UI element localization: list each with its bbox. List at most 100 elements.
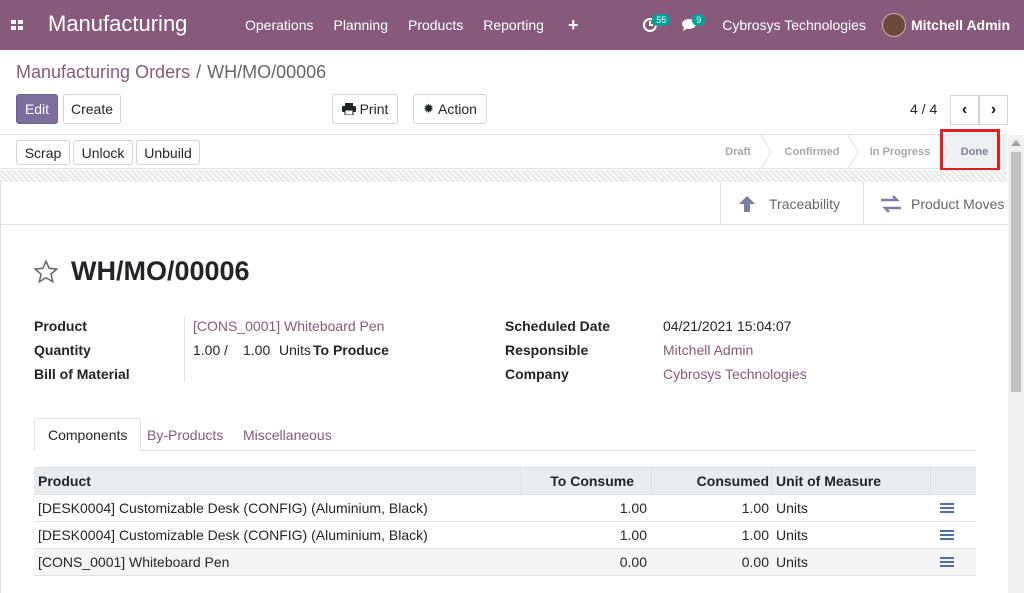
activity-button[interactable]: 55	[630, 0, 671, 50]
product-label: Product	[34, 318, 87, 334]
pager-next-button[interactable]: ›	[979, 95, 1008, 125]
create-button[interactable]: Create	[63, 94, 121, 124]
tab-miscellaneous[interactable]: Miscellaneous	[230, 418, 345, 451]
quantity-uom: Units	[279, 342, 311, 358]
systray: 55 9 Cybrosys Technologies Mitchell Admi…	[630, 0, 1024, 50]
detailed-operations-icon[interactable]	[940, 530, 954, 541]
header-product[interactable]: Product	[38, 468, 91, 494]
cell-product: [DESK0004] Customizable Desk (CONFIG) (A…	[38, 500, 428, 516]
unlock-button[interactable]: Unlock	[73, 140, 133, 165]
cell-consumed: 0.00	[741, 554, 769, 570]
company-label: Company	[505, 366, 569, 382]
table-header: Product To Consume Consumed Unit of Meas…	[34, 467, 976, 495]
table-row[interactable]: [CONS_0001] Whiteboard Pen 0.00 0.00 Uni…	[34, 549, 976, 576]
quantity-total: 1.00	[243, 342, 271, 358]
stage-confirmed[interactable]: Confirmed	[771, 135, 853, 169]
star-icon[interactable]	[33, 258, 59, 285]
cell-to-consume: 1.00	[619, 527, 647, 543]
components-table: Product To Consume Consumed Unit of Meas…	[34, 467, 976, 576]
cell-product: [CONS_0001] Whiteboard Pen	[38, 554, 230, 570]
table-row[interactable]: [DESK0004] Customizable Desk (CONFIG) (A…	[34, 522, 976, 549]
header-to-consume[interactable]: To Consume	[550, 468, 634, 494]
bom-label: Bill of Material	[34, 366, 130, 382]
messages-badge: 9	[692, 14, 706, 26]
arrow-up-icon	[739, 195, 755, 212]
cell-consumed: 1.00	[741, 527, 769, 543]
top-navbar: Manufacturing Operations Planning Produc…	[0, 0, 1024, 50]
action-label: Action	[437, 101, 477, 117]
highlight-box	[940, 129, 1000, 171]
quantity-suffix: To Produce	[313, 342, 389, 358]
cell-uom: Units	[776, 500, 808, 516]
form-sheet: Traceability Product Moves WH/MO/00006 P…	[0, 182, 1008, 593]
add-menu-button[interactable]: +	[568, 15, 579, 36]
print-button[interactable]: Print	[332, 94, 398, 124]
cell-consumed: 1.00	[741, 500, 769, 516]
cell-to-consume: 1.00	[619, 500, 647, 516]
quantity-separator: /	[224, 342, 228, 358]
scroll-up-arrow[interactable]	[1011, 140, 1021, 146]
notebook-tabs: Components By-Products Miscellaneous	[34, 418, 976, 451]
unbuild-button[interactable]: Unbuild	[136, 140, 200, 165]
scrollbar-thumb[interactable]	[1011, 152, 1021, 392]
chevron-right-icon: ›	[990, 101, 997, 118]
app-title[interactable]: Manufacturing	[48, 11, 187, 37]
detailed-operations-icon[interactable]	[940, 557, 954, 568]
table-row[interactable]: [DESK0004] Customizable Desk (CONFIG) (A…	[34, 495, 976, 522]
responsible-label: Responsible	[505, 342, 589, 358]
detailed-operations-icon[interactable]	[940, 503, 954, 514]
company-value[interactable]: Cybrosys Technologies	[663, 366, 807, 382]
scheduled-date-label: Scheduled Date	[505, 318, 611, 334]
messages-button[interactable]: 9	[670, 0, 710, 50]
cell-uom: Units	[776, 527, 808, 543]
print-icon	[341, 103, 356, 115]
cell-uom: Units	[776, 554, 808, 570]
menu-operations[interactable]: Operations	[235, 17, 323, 33]
product-value[interactable]: [CONS_0001] Whiteboard Pen	[193, 318, 384, 334]
quantity-done: 1.00	[193, 342, 221, 358]
traceability-button[interactable]: Traceability	[720, 182, 863, 225]
record-name: WH/MO/00006	[71, 256, 250, 286]
smart-button-box: Traceability Product Moves	[1, 182, 1008, 225]
product-moves-button[interactable]: Product Moves	[863, 182, 1008, 225]
stage-in-progress[interactable]: In Progress	[858, 135, 942, 169]
gear-icon: ✹	[423, 101, 434, 116]
exchange-icon	[881, 194, 901, 213]
cell-to-consume: 0.00	[619, 554, 647, 570]
pager-value[interactable]: 4 / 4	[910, 101, 937, 117]
menu-products[interactable]: Products	[398, 17, 473, 33]
tab-components[interactable]: Components	[34, 418, 142, 451]
pager-previous-button[interactable]: ‹	[950, 95, 979, 125]
field-divider	[184, 317, 185, 382]
apps-menu-icon[interactable]	[11, 20, 23, 30]
avatar[interactable]	[881, 13, 906, 37]
scheduled-date-value: 04/21/2021 15:04:07	[663, 318, 792, 334]
action-button[interactable]: ✹ Action	[413, 94, 487, 124]
stage-draft[interactable]: Draft	[710, 135, 766, 169]
chevron-left-icon: ‹	[961, 101, 968, 118]
product-moves-label: Product Moves	[911, 195, 1005, 212]
main-menu: Operations Planning Products Reporting +	[235, 0, 578, 50]
activity-badge: 55	[652, 14, 671, 26]
header-consumed[interactable]: Consumed	[697, 468, 769, 494]
menu-reporting[interactable]: Reporting	[473, 17, 554, 33]
cell-product: [DESK0004] Customizable Desk (CONFIG) (A…	[38, 527, 428, 543]
form-statusbar: Scrap Unlock Unbuild Draft Confirmed In …	[0, 135, 1007, 169]
menu-planning[interactable]: Planning	[323, 17, 398, 33]
breadcrumb-current: WH/MO/00006	[207, 62, 327, 82]
user-menu[interactable]: Mitchell Admin	[911, 17, 1010, 33]
sheet-background	[0, 170, 1007, 182]
traceability-label: Traceability	[769, 195, 841, 212]
print-label: Print	[359, 101, 389, 117]
edit-button[interactable]: Edit	[16, 94, 58, 124]
company-switcher[interactable]: Cybrosys Technologies	[722, 17, 866, 33]
responsible-value[interactable]: Mitchell Admin	[663, 342, 753, 358]
quantity-label: Quantity	[34, 342, 91, 358]
scrap-button[interactable]: Scrap	[16, 140, 70, 165]
header-uom[interactable]: Unit of Measure	[776, 468, 881, 494]
tab-by-products[interactable]: By-Products	[134, 418, 236, 451]
breadcrumb: Manufacturing Orders / WH/MO/00006	[16, 62, 326, 83]
breadcrumb-separator: /	[196, 62, 202, 82]
breadcrumb-parent[interactable]: Manufacturing Orders	[16, 62, 190, 82]
record-title: WH/MO/00006	[33, 256, 250, 287]
